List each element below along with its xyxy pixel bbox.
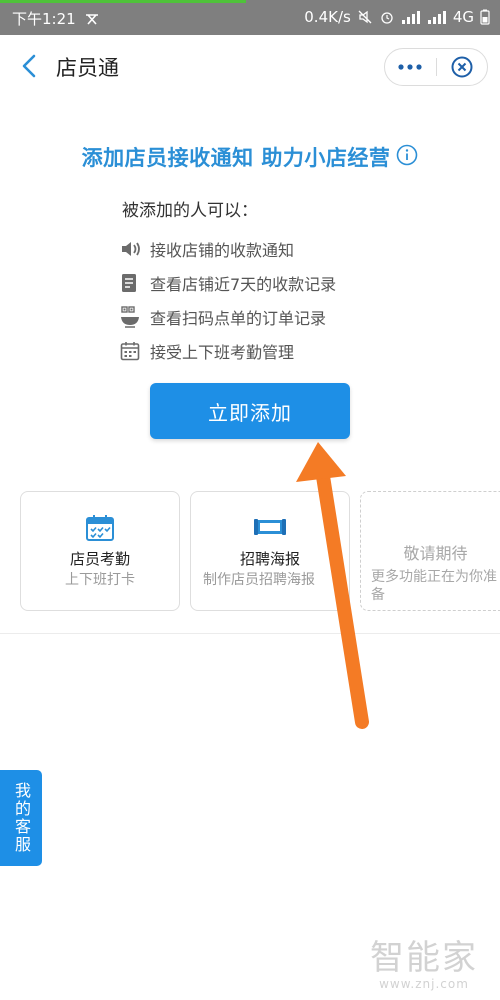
watermark-logo-text: 智能家	[370, 938, 478, 978]
annotation-arrow	[296, 442, 369, 729]
watermark: 智能家 www.znj.com	[370, 930, 478, 991]
watermark-url: www.znj.com	[379, 977, 469, 991]
